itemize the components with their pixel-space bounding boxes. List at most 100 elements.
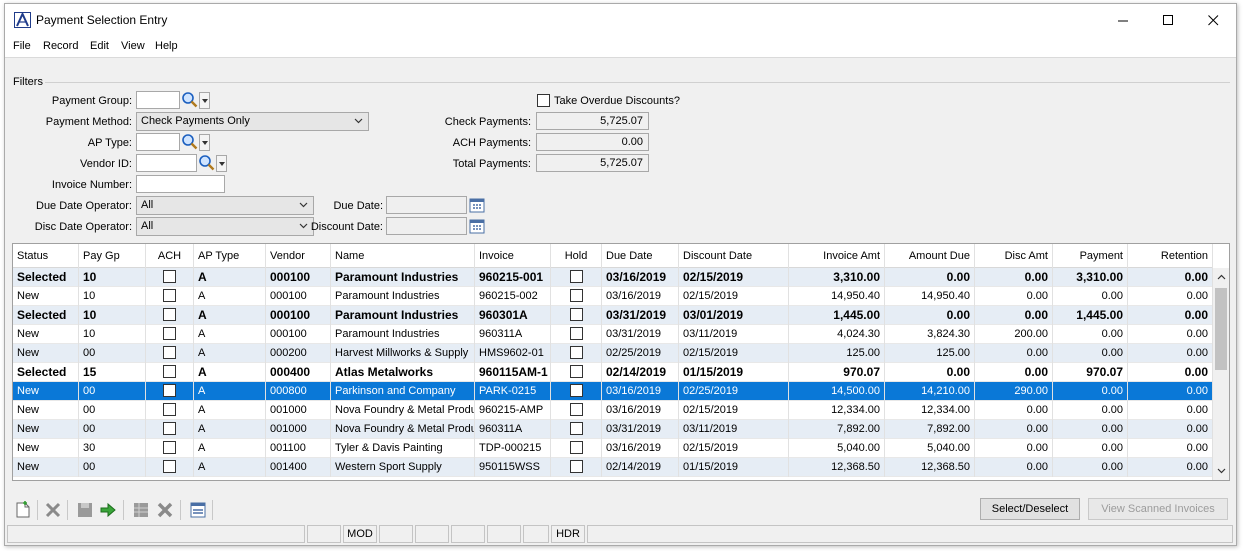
col-invoice-amt-header[interactable]: Invoice Amt — [789, 244, 885, 268]
table-row[interactable]: New00 A001000Nova Foundry & Metal Product… — [13, 401, 1213, 420]
table-row[interactable]: New 30 A 001100 Tyler & Davis Painting TDP-00… — [13, 439, 1213, 458]
payment-group-dropdown[interactable] — [199, 92, 210, 109]
take-overdue-discounts-checkbox[interactable] — [537, 94, 550, 107]
vendor-id-input[interactable] — [136, 154, 197, 172]
cell-pay-gp: 00 — [79, 420, 146, 439]
menu-file[interactable]: File — [13, 40, 31, 52]
menu-help[interactable]: Help — [155, 40, 178, 52]
disc-date-operator-select[interactable]: All — [136, 217, 314, 236]
cell-payment: 0.00 — [1053, 401, 1128, 420]
ach-checkbox[interactable] — [163, 326, 176, 340]
due-date-operator-select[interactable]: All — [136, 196, 314, 215]
new-record-icon[interactable] — [13, 500, 33, 520]
payment-method-select[interactable]: Check Payments Only — [136, 112, 369, 131]
menu-view[interactable]: View — [121, 40, 145, 52]
menu-edit[interactable]: Edit — [90, 40, 109, 52]
ach-checkbox[interactable] — [163, 383, 176, 397]
table-row[interactable]: New00 A001000Nova Foundry & Metal Product… — [13, 420, 1213, 439]
grid-icon[interactable] — [131, 500, 151, 520]
col-name-header[interactable]: Name — [331, 244, 475, 268]
close-button[interactable] — [1190, 4, 1236, 36]
search-icon[interactable] — [181, 91, 199, 109]
cell-hold — [551, 306, 602, 325]
vertical-scrollbar[interactable] — [1212, 268, 1229, 480]
col-hold-header[interactable]: Hold — [551, 244, 602, 268]
col-vendor-header[interactable]: Vendor — [266, 244, 331, 268]
col-status-header[interactable]: Status — [13, 244, 79, 268]
cell-amount-due: 12,334.00 — [885, 401, 975, 420]
col-invoice-header[interactable]: Invoice — [475, 244, 551, 268]
ach-checkbox[interactable] — [163, 440, 176, 454]
delete-icon[interactable] — [43, 500, 63, 520]
table-row[interactable]: Selected 10 A 000100 Paramount Industries 960… — [13, 268, 1213, 287]
ach-checkbox[interactable] — [163, 459, 176, 473]
ach-checkbox[interactable] — [163, 421, 176, 435]
hold-checkbox[interactable] — [569, 345, 583, 359]
hold-checkbox[interactable] — [569, 421, 583, 435]
vendor-id-dropdown[interactable] — [216, 155, 227, 172]
puzzle-icon[interactable] — [155, 500, 175, 520]
col-disc-amt-header[interactable]: Disc Amt — [975, 244, 1053, 268]
ap-type-dropdown[interactable] — [199, 134, 210, 151]
cell-amount-due: 3,824.30 — [885, 325, 975, 344]
hold-checkbox[interactable] — [569, 326, 583, 340]
list-icon[interactable] — [188, 500, 208, 520]
table-row[interactable]: New 10 A 000100 Paramount Industries 960311A 0… — [13, 325, 1213, 344]
hold-checkbox[interactable] — [569, 459, 583, 473]
table-row[interactable]: New 00 A 000200 Harvest Millworks & Supply HM… — [13, 344, 1213, 363]
save-icon[interactable] — [75, 500, 95, 520]
ach-checkbox[interactable] — [163, 270, 176, 284]
scroll-down-icon[interactable] — [1217, 466, 1226, 475]
view-scanned-invoices-button[interactable]: View Scanned Invoices — [1088, 498, 1228, 520]
toolbar-separator — [123, 500, 124, 520]
ach-checkbox[interactable] — [163, 288, 176, 302]
scroll-up-icon[interactable] — [1217, 273, 1226, 282]
minimize-button[interactable] — [1100, 4, 1146, 36]
ach-checkbox[interactable] — [163, 308, 176, 322]
col-discount-date-header[interactable]: Discount Date — [679, 244, 789, 268]
cell-ap-type: A — [194, 287, 266, 306]
hold-checkbox[interactable] — [569, 440, 583, 454]
hold-checkbox[interactable] — [569, 365, 583, 379]
col-ap-type-header[interactable]: AP Type — [194, 244, 266, 268]
cell-payment: 0.00 — [1053, 325, 1128, 344]
ach-checkbox[interactable] — [163, 365, 176, 379]
menu-record[interactable]: Record — [43, 40, 78, 52]
cell-due-date: 02/25/2019 — [602, 344, 679, 363]
status-hdr: HDR — [551, 525, 585, 543]
ach-checkbox[interactable] — [163, 402, 176, 416]
search-icon[interactable] — [181, 133, 199, 151]
col-retention-header[interactable]: Retention — [1128, 244, 1213, 268]
hold-checkbox[interactable] — [569, 383, 583, 397]
col-pay-gp-header[interactable]: Pay Gp — [79, 244, 146, 268]
payment-group-input[interactable] — [136, 91, 180, 109]
col-ach-header[interactable]: ACH — [146, 244, 194, 268]
table-row[interactable]: New 00 A 000800 Parkinson and Company PARK-02… — [13, 382, 1213, 401]
due-date-input[interactable] — [386, 196, 467, 214]
hold-checkbox[interactable] — [569, 402, 583, 416]
maximize-button[interactable] — [1145, 4, 1191, 36]
ach-checkbox[interactable] — [163, 345, 176, 359]
invoice-number-input[interactable] — [136, 175, 225, 193]
hold-checkbox[interactable] — [569, 288, 583, 302]
table-row[interactable]: New 00 A 001400 Western Sport Supply 950115WS… — [13, 458, 1213, 477]
table-row[interactable]: Selected 15 A 000400 Atlas Metalworks 960115A… — [13, 363, 1213, 382]
ap-type-input[interactable] — [136, 133, 180, 151]
select-deselect-button[interactable]: Select/Deselect — [980, 498, 1080, 520]
cell-invoice: 950115WSS — [475, 458, 551, 477]
discount-date-input[interactable] — [386, 217, 467, 235]
hold-checkbox[interactable] — [569, 270, 583, 284]
cell-disc-amt: 0.00 — [975, 287, 1053, 306]
col-due-date-header[interactable]: Due Date — [602, 244, 679, 268]
table-row[interactable]: New 10 A 000100 Paramount Industries 960215-0… — [13, 287, 1213, 306]
col-payment-header[interactable]: Payment — [1053, 244, 1128, 268]
calendar-icon[interactable] — [469, 218, 485, 234]
scrollbar-thumb[interactable] — [1215, 288, 1227, 370]
hold-checkbox[interactable] — [569, 308, 583, 322]
table-row[interactable]: Selected 10 A 000100 Paramount Industries 960… — [13, 306, 1213, 325]
search-icon[interactable] — [198, 154, 216, 172]
col-amount-due-header[interactable]: Amount Due — [885, 244, 975, 268]
cell-pay-gp: 00 — [79, 458, 146, 477]
calendar-icon[interactable] — [469, 197, 485, 213]
go-arrow-icon[interactable] — [98, 500, 118, 520]
